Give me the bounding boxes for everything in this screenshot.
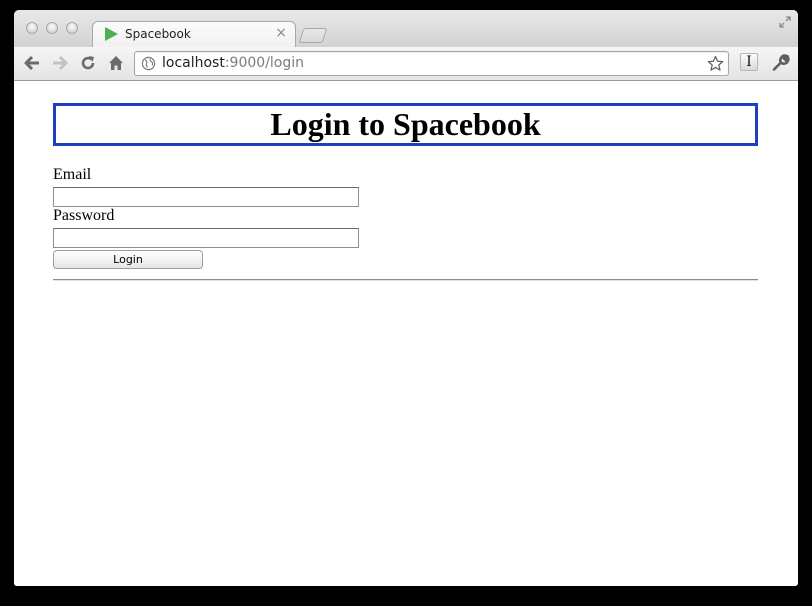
divider bbox=[53, 279, 758, 281]
heading-box: Login to Spacebook bbox=[53, 103, 758, 146]
tab-title: Spacebook bbox=[125, 27, 191, 41]
new-tab-button[interactable] bbox=[298, 28, 328, 43]
home-button[interactable] bbox=[106, 53, 126, 73]
address-url: localhost:9000/login bbox=[162, 55, 304, 71]
globe-icon bbox=[141, 56, 156, 71]
address-bar[interactable]: localhost:9000/login bbox=[134, 51, 729, 76]
reload-icon bbox=[81, 56, 95, 70]
login-button[interactable]: Login bbox=[53, 250, 203, 269]
tab-close-icon[interactable]: × bbox=[275, 25, 287, 41]
url-path: :9000/login bbox=[224, 55, 305, 71]
reload-button[interactable] bbox=[78, 53, 98, 73]
back-arrow-icon bbox=[24, 55, 39, 71]
star-icon[interactable] bbox=[707, 55, 724, 72]
close-window-button[interactable] bbox=[26, 22, 38, 34]
forward-button[interactable] bbox=[50, 53, 70, 73]
page-content: Login to Spacebook Email Password Login bbox=[14, 81, 798, 586]
zoom-window-button[interactable] bbox=[66, 22, 78, 34]
password-label: Password bbox=[53, 207, 115, 224]
email-field[interactable] bbox=[53, 187, 359, 207]
wrench-icon[interactable] bbox=[771, 53, 791, 73]
resize-icon[interactable] bbox=[778, 15, 792, 29]
play-triangle-icon bbox=[105, 27, 118, 41]
email-label: Email bbox=[53, 166, 92, 183]
password-field[interactable] bbox=[53, 228, 359, 248]
browser-toolbar: localhost:9000/login I bbox=[14, 47, 798, 81]
url-host: localhost bbox=[162, 55, 225, 71]
tab-spacebook[interactable]: Spacebook × bbox=[92, 21, 296, 47]
back-button[interactable] bbox=[22, 53, 42, 73]
browser-window: Spacebook × localhost:9000/login I Login… bbox=[14, 10, 798, 586]
extension-button[interactable]: I bbox=[740, 53, 758, 71]
tab-strip: Spacebook × bbox=[14, 10, 798, 47]
forward-arrow-icon bbox=[53, 55, 68, 71]
page-title: Login to Spacebook bbox=[270, 106, 541, 142]
home-icon bbox=[109, 56, 123, 70]
minimize-window-button[interactable] bbox=[46, 22, 58, 34]
